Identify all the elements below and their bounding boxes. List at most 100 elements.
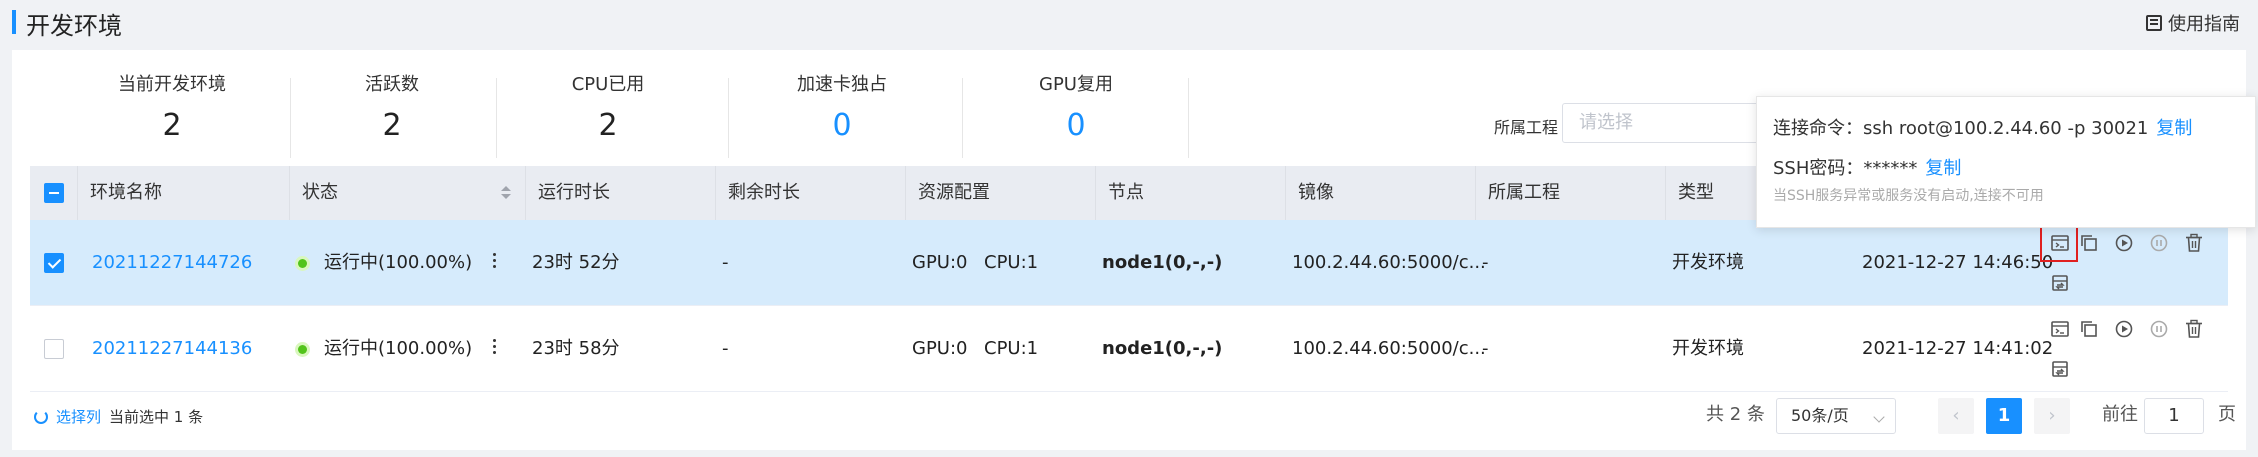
start-icon[interactable] <box>2113 318 2135 340</box>
copy-password-button[interactable]: 复制 <box>1925 158 1961 179</box>
more-options-icon[interactable] <box>491 250 497 274</box>
stat-current-env: 当前开发环境 2 <box>72 70 272 143</box>
terminal-icon[interactable] <box>2049 318 2071 340</box>
ssh-command-line: 连接命令：ssh root@100.2.44.60 -p 30021 复制 <box>1773 115 2239 143</box>
prev-page-button[interactable]: ‹ <box>1938 398 1974 434</box>
env-image: 100.2.44.60:5000/c... <box>1292 252 1486 273</box>
column-header-name: 环境名称 <box>78 166 290 220</box>
select-all-checkbox[interactable] <box>44 183 64 203</box>
stat-value: 2 <box>382 108 402 143</box>
stat-value: 0 <box>832 108 852 143</box>
terminal-icon[interactable] <box>2049 232 2071 254</box>
delete-icon[interactable] <box>2183 232 2205 254</box>
start-icon[interactable] <box>2113 232 2135 254</box>
env-status: 运行中(100.00%) <box>324 338 473 359</box>
user-guide-link[interactable]: 使用指南 <box>2146 10 2240 36</box>
column-header-runtime: 运行时长 <box>526 166 716 220</box>
column-header-resources: 资源配置 <box>906 166 1096 220</box>
column-header-project: 所属工程 <box>1476 166 1666 220</box>
env-gpu: GPU:0 <box>912 338 968 359</box>
project-filter-label: 所属工程 <box>1494 118 1559 137</box>
sort-icon[interactable] <box>501 186 511 200</box>
env-node: node1(0,-,-) <box>1102 252 1223 273</box>
stat-cpu-used: CPU已用 2 <box>508 70 708 143</box>
stat-divider <box>1188 78 1189 158</box>
env-cpu: CPU:1 <box>984 338 1039 359</box>
page-number-button[interactable]: 1 <box>1986 398 2022 434</box>
pause-icon[interactable] <box>2148 318 2170 340</box>
stat-label: 当前开发环境 <box>118 74 226 95</box>
page-size-value: 50条/页 <box>1791 406 1849 425</box>
total-count: 共 2 条 <box>1706 404 1765 425</box>
stats-panel: 当前开发环境 2 活跃数 2 CPU已用 2 加速卡独占 0 GPU复用 0 <box>12 60 1212 170</box>
env-status: 运行中(100.00%) <box>324 252 473 273</box>
column-header-image: 镜像 <box>1286 166 1476 220</box>
copy-icon[interactable] <box>2078 318 2100 340</box>
table-row[interactable]: 20211227144136 运行中(100.00%) 23时 58分 - GP… <box>30 306 2228 392</box>
env-name-link[interactable]: 20211227144726 <box>92 220 252 306</box>
user-guide-label: 使用指南 <box>2168 14 2240 35</box>
env-cpu: CPU:1 <box>984 252 1039 273</box>
stat-divider <box>962 78 963 158</box>
next-page-button[interactable]: › <box>2034 398 2070 434</box>
copy-command-button[interactable]: 复制 <box>2156 118 2192 139</box>
more-options-icon[interactable] <box>491 336 497 360</box>
env-created-time: 2021-12-27 14:41:02 <box>1862 338 2054 359</box>
guide-icon <box>2146 15 2162 31</box>
ssh-connection-popover: 连接命令：ssh root@100.2.44.60 -p 30021 复制 SSH… <box>1756 96 2256 228</box>
env-remaining: - <box>722 252 729 273</box>
image-save-icon[interactable] <box>2049 272 2071 294</box>
refresh-icon[interactable] <box>34 409 48 424</box>
env-image: 100.2.44.60:5000/c... <box>1292 338 1486 359</box>
table-row[interactable]: 20211227144726 运行中(100.00%) 23时 52分 - GP… <box>30 220 2228 306</box>
page-size-select[interactable]: 50条/页 <box>1776 398 1896 434</box>
env-runtime: 23时 58分 <box>532 338 620 359</box>
page-title: 开发环境 <box>26 12 122 40</box>
select-columns-button[interactable]: 选择列 <box>56 406 101 427</box>
table-footer: 选择列 当前选中 1 条 共 2 条 50条/页 ‹ 1 › 前往 1 页 <box>12 392 2246 442</box>
page-header: 开发环境 使用指南 <box>0 0 2258 44</box>
ssh-command-text: 连接命令：ssh root@100.2.44.60 -p 30021 <box>1773 118 2149 139</box>
stat-label: CPU已用 <box>571 74 645 95</box>
column-header-status[interactable]: 状态 <box>290 166 526 220</box>
stat-divider <box>290 78 291 158</box>
row-checkbox[interactable] <box>44 339 64 359</box>
ssh-password-text: SSH密码：****** <box>1773 158 1918 179</box>
stat-gpu-shared: GPU复用 0 <box>976 70 1176 143</box>
env-type: 开发环境 <box>1672 338 1744 359</box>
goto-label: 前往 <box>2102 404 2138 425</box>
column-header-status-label: 状态 <box>302 182 338 203</box>
stat-label: 加速卡独占 <box>797 74 887 95</box>
env-gpu: GPU:0 <box>912 252 968 273</box>
stat-value: 2 <box>162 108 182 143</box>
running-status-dot <box>298 345 307 354</box>
env-type: 开发环境 <box>1672 252 1744 273</box>
column-header-remaining: 剩余时长 <box>716 166 906 220</box>
page-unit-label: 页 <box>2218 404 2236 425</box>
project-filter-select[interactable]: 请选择 <box>1562 103 1762 143</box>
stat-active: 活跃数 2 <box>292 70 492 143</box>
stat-label: 活跃数 <box>365 74 419 95</box>
stat-value: 2 <box>598 108 618 143</box>
copy-icon[interactable] <box>2078 232 2100 254</box>
column-selector: 选择列 当前选中 1 条 <box>34 406 203 427</box>
pause-icon[interactable] <box>2148 232 2170 254</box>
env-project: - <box>1482 252 1489 273</box>
selected-count: 当前选中 1 条 <box>109 408 204 426</box>
env-runtime: 23时 52分 <box>532 252 620 273</box>
column-header-node: 节点 <box>1096 166 1286 220</box>
env-name-link[interactable]: 20211227144136 <box>92 306 252 392</box>
env-node: node1(0,-,-) <box>1102 338 1223 359</box>
header-checkbox-cell <box>30 166 78 220</box>
env-created-time: 2021-12-27 14:46:50 <box>1862 252 2054 273</box>
running-status-dot <box>298 259 307 268</box>
stat-value: 0 <box>1066 108 1086 143</box>
ssh-password-line: SSH密码：****** 复制 <box>1773 155 2239 183</box>
row-checkbox[interactable] <box>44 253 64 273</box>
chevron-down-icon <box>1873 411 1885 423</box>
delete-icon[interactable] <box>2183 318 2205 340</box>
title-accent-bar <box>12 10 16 34</box>
goto-page-input[interactable]: 1 <box>2144 398 2204 434</box>
env-remaining: - <box>722 338 729 359</box>
image-save-icon[interactable] <box>2049 358 2071 380</box>
